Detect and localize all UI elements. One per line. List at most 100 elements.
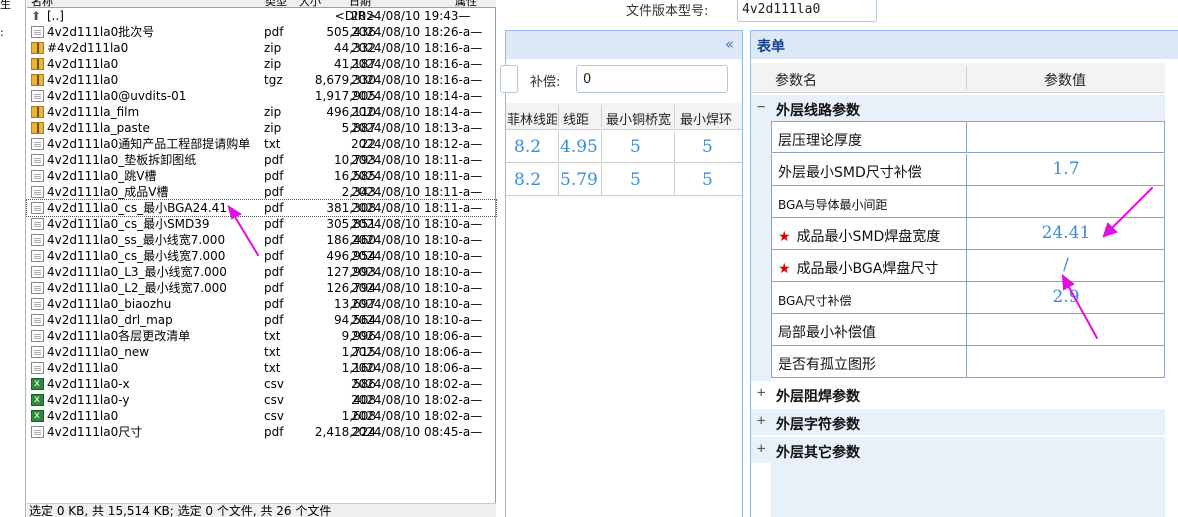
column-attr-header[interactable]: 属性 [455,0,477,7]
file-row[interactable]: 4v2d111la0_biaozhu pdf 13,697 2024/08/10 18… [27,296,496,312]
file-type: pdf [264,25,284,39]
file-row[interactable]: 4v2d111la0通知产品工程部提请购单 txt 22 2024/08/10 18:… [27,136,496,152]
group-outer-soldermask[interactable]: + 外层阻焊参数 [751,381,1165,407]
property-row[interactable]: BGA与导体最小间距 [771,186,1165,218]
column-date-header[interactable]: 日期 [349,0,371,7]
file-row[interactable]: 4v2d111la0_垫板拆卸图纸 pdf 10,793 2024/08/10 18:… [27,152,496,168]
file-date: 2024/08/10 18:12-a— [351,137,483,151]
file-name: 4v2d111la0-x [47,377,130,391]
file-type: txt [264,329,281,343]
version-input[interactable]: 4v2d111la0 [737,0,877,22]
file-type: pdf [264,153,284,167]
grid-row[interactable]: 8.2 4.95 5 5 [506,131,742,163]
column-name-header[interactable]: 名称 [31,0,53,7]
file-row[interactable]: 4v2d111la0_成品V槽 pdf 2,343 2024/08/10 18:11-… [27,184,496,200]
file-row[interactable]: 4v2d111la0_drl_map pdf 94,564 2024/08/10 18… [27,312,496,328]
left-input-field[interactable] [500,65,518,93]
file-name: 4v2d111la0-y [47,393,130,407]
file-row[interactable]: ⬆ [..] <DIR> 2024/08/10 19:43— [27,8,496,24]
grid-row[interactable]: 8.2 5.79 5 5 [506,164,742,196]
file-row[interactable]: 4v2d111la_paste zip 5,887 2024/08/10 18:13-… [27,120,496,136]
param-value-header[interactable]: 参数值 [1044,70,1086,90]
property-row[interactable]: 层压理论厚度 [771,121,1165,153]
file-row[interactable]: #4v2d111la0 zip 44,332 2024/08/10 18:16-a— [27,40,496,56]
document-icon [31,218,44,230]
group-outer-silkscreen[interactable]: + 外层字符参数 [751,409,1165,435]
grid-header-min-copper-bridge[interactable]: 最小铜桥宽 [606,109,674,128]
file-row[interactable]: 4v2d111la0csv1,6082024/08/10 18:02-a— [27,408,496,424]
file-date: 2024/08/10 18:10-a— [351,217,483,231]
group-outer-other[interactable]: + 外层其它参数 [751,437,1165,463]
property-value[interactable]: 2.9 [967,287,1165,307]
file-row[interactable]: 4v2d111la_film zip 496,110 2024/08/10 18:14… [27,104,496,120]
file-date: 2024/08/10 18:10-a— [351,249,483,263]
file-row[interactable]: 4v2d111la0 tgz 8,679,330 2024/08/10 18:16-a… [27,72,496,88]
collapse-group-icon[interactable]: − [757,99,765,115]
column-size-header[interactable]: 大小 [299,0,321,7]
file-date: 2024/08/10 18:13-a— [351,121,483,135]
property-row[interactable]: 是否有孤立图形 [771,346,1165,378]
csv-icon [31,408,44,424]
grid-header-film-spacing[interactable]: 菲林线距 [507,109,557,128]
file-type: pdf [264,249,284,263]
column-type-header[interactable]: 类型 [265,0,287,7]
file-row[interactable]: 4v2d111la0-xcsv5862024/08/10 18:02-a— [27,376,496,392]
file-type: csv [264,377,284,391]
file-type: pdf [264,169,284,183]
file-row[interactable]: 4v2d111la0_L2_最小线宽7.000 pdf 126,794 2024/08… [27,280,496,296]
group-indent [751,121,771,407]
file-row[interactable]: 4v2d111la0_L3_最小线宽7.000 pdf 127,993 2024/08… [27,264,496,280]
file-name: 4v2d111la0 [47,57,119,71]
file-name: 4v2d111la0_成品V槽 [47,185,169,199]
status-bar: 选定 0 KB, 共 15,514 KB; 选定 0 个文件, 共 26 个文件 [27,503,496,517]
file-row[interactable]: 4v2d111la0-ycsv4082024/08/10 18:02-a— [27,392,496,408]
expand-group-icon[interactable]: + [757,385,765,401]
property-row[interactable]: ★ 成品最小SMD焊盘宽度 24.41 [771,218,1165,250]
form-title: 表单 [757,39,785,55]
file-row[interactable]: 4v2d111la0 txt 1,160 2024/08/10 18:06-a— [27,360,496,376]
property-row[interactable]: ★ 成品最小BGA焊盘尺寸 / [771,250,1165,282]
property-row[interactable]: 局部最小补偿值 [771,314,1165,346]
expand-group-icon[interactable]: + [757,413,765,429]
property-value[interactable]: 1.7 [967,159,1165,179]
document-icon [31,26,44,38]
file-date: 2024/08/10 18:10-a— [351,281,483,295]
file-row[interactable]: 4v2d111la0尺寸 pdf 2,418,224 2024/08/10 08:45… [27,424,496,440]
grid-header-spacing[interactable]: 线距 [563,109,603,128]
file-row[interactable]: 4v2d111la0_cs_最小BGA24.41 pdf 381,308 2024/0… [26,199,497,217]
document-icon [31,426,44,438]
file-name: 4v2d111la0@uvdits-01 [47,89,187,103]
grid-cell: 5 [630,137,641,157]
file-row[interactable]: 4v2d111la0@uvdits-01 1,917,905 2024/08/10 … [27,88,496,104]
file-row[interactable]: 4v2d111la0_new txt 1,715 2024/08/10 18:06-a… [27,344,496,360]
file-type: pdf [264,265,284,279]
grid-cell: 5 [702,137,713,157]
file-row[interactable]: 4v2d111la0批次号 pdf 505,436 2024/08/10 18:26-… [27,24,496,40]
file-row[interactable]: 4v2d111la0_跳V槽 pdf 16,585 2024/08/10 18:11-… [27,168,496,184]
required-star-icon: ★ [778,229,791,245]
group-outer-circuit[interactable]: − 外层线路参数 [751,95,1165,121]
file-row[interactable]: 4v2d111la0 zip 41,187 2024/08/10 18:16-a— [27,56,496,72]
file-row[interactable]: 4v2d111la0各层更改清单 txt 9,996 2024/08/10 18:06… [27,328,496,344]
file-row[interactable]: 4v2d111la0_ss_最小线宽7.000 pdf 186,460 2024/08… [27,232,496,248]
zip-icon [31,122,44,134]
file-row[interactable]: 4v2d111la0_cs_最小线宽7.000 pdf 496,954 2024/08… [27,248,496,264]
compensation-input[interactable]: 0 [576,65,728,93]
file-row[interactable]: 4v2d111la0_cs_最小SMD39 pdf 305,851 2024/08/1… [27,216,496,232]
property-value[interactable]: / [967,255,1165,275]
document-icon [31,154,44,166]
property-row[interactable]: 外层最小SMD尺寸补偿 1.7 [771,154,1165,186]
property-value[interactable]: 24.41 [967,223,1165,243]
file-date: 2024/08/10 18:10-a— [351,265,483,279]
file-type: txt [264,361,281,375]
grid-header-min-ring[interactable]: 最小焊环 [680,109,742,128]
file-name: 4v2d111la0_cs_最小线宽7.000 [47,249,226,263]
collapse-panel-icon[interactable]: « [725,35,734,53]
group-title: 外层线路参数 [776,103,860,119]
param-name-header[interactable]: 参数名 [775,70,817,90]
file-date: 2024/08/10 18:06-a— [351,329,483,343]
expand-group-icon[interactable]: + [757,441,765,457]
document-icon [31,314,44,326]
file-type: txt [264,137,281,151]
property-row[interactable]: BGA尺寸补偿 2.9 [771,282,1165,314]
